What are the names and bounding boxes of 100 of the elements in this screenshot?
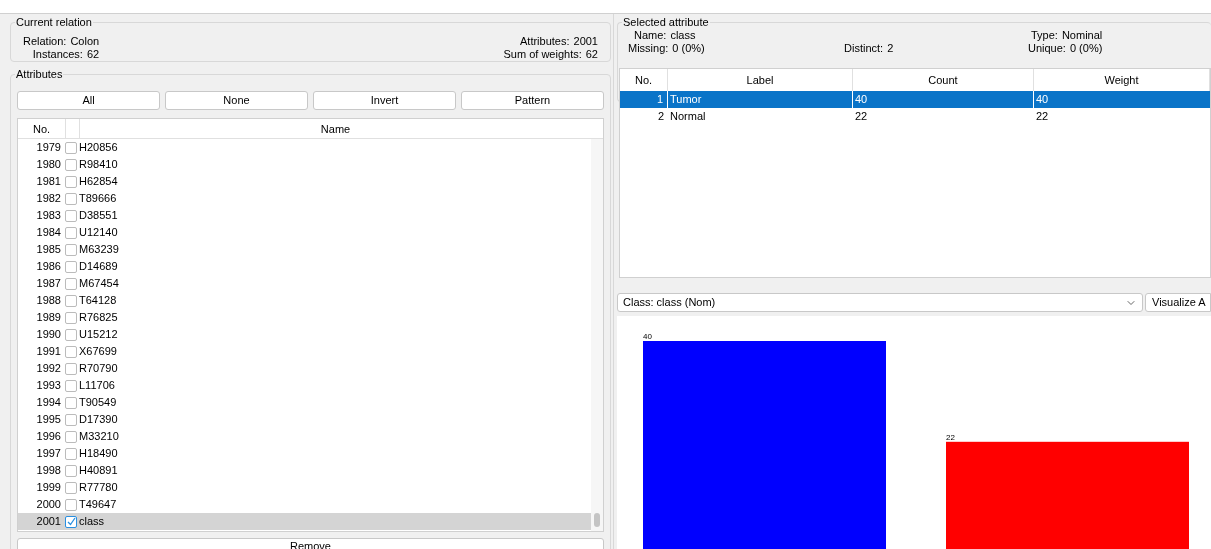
table-cell-text: 22 bbox=[1035, 109, 1050, 124]
row-number: 1988 bbox=[35, 293, 62, 309]
attribute-row[interactable]: 1993 L11706 bbox=[18, 377, 591, 394]
checkbox[interactable] bbox=[65, 447, 77, 460]
attribute-row[interactable]: 1992 R70790 bbox=[18, 360, 591, 377]
checkbox[interactable] bbox=[65, 481, 77, 494]
attribute-row[interactable]: 1983 D38551 bbox=[18, 207, 591, 224]
attribute-name: H40891 bbox=[79, 463, 118, 479]
row-number: 1990 bbox=[35, 327, 62, 343]
checkbox[interactable] bbox=[65, 430, 77, 443]
label-row[interactable]: 2 Normal 22 22 bbox=[620, 108, 1210, 125]
checkbox[interactable] bbox=[65, 260, 77, 273]
attribute-row[interactable]: 1991 X67699 bbox=[18, 343, 591, 360]
checkbox[interactable] bbox=[65, 294, 77, 307]
label-row[interactable]: 1 Tumor 40 40 bbox=[620, 91, 1210, 108]
checkbox[interactable] bbox=[65, 175, 77, 188]
field-label: Unique: bbox=[1028, 42, 1066, 55]
row-number: 1986 bbox=[35, 259, 62, 275]
field-value: 62 bbox=[86, 48, 100, 61]
row-number: 1985 bbox=[35, 242, 62, 258]
checkbox[interactable] bbox=[65, 464, 77, 477]
row-number: 1992 bbox=[35, 361, 62, 377]
checkbox[interactable] bbox=[65, 311, 77, 324]
attribute-row[interactable]: 1979 H20856 bbox=[18, 139, 591, 156]
field-label: Attributes: bbox=[520, 35, 570, 48]
checkbox[interactable] bbox=[65, 413, 77, 426]
attribute-name: D17390 bbox=[79, 412, 118, 428]
row-number: 1989 bbox=[35, 310, 62, 326]
column-header[interactable]: No. bbox=[18, 119, 66, 138]
attribute-name: T49647 bbox=[79, 497, 117, 513]
scrollbar[interactable] bbox=[591, 139, 603, 531]
row-number: 1987 bbox=[35, 276, 62, 292]
attribute-row[interactable]: 1994 T90549 bbox=[18, 394, 591, 411]
row-number: 2000 bbox=[35, 497, 62, 513]
field-value: 2001 bbox=[573, 35, 598, 48]
attribute-name: H20856 bbox=[79, 140, 118, 156]
checkbox[interactable] bbox=[65, 328, 77, 341]
checkbox[interactable] bbox=[65, 345, 77, 358]
attribute-name: R76825 bbox=[79, 310, 118, 326]
select-button[interactable]: Invert bbox=[313, 91, 456, 110]
group-title: Attributes bbox=[15, 67, 64, 81]
attribute-row[interactable]: 1987 M67454 bbox=[18, 275, 591, 292]
attribute-row[interactable]: 1995 D17390 bbox=[18, 411, 591, 428]
field-label: Distinct: bbox=[844, 42, 884, 55]
checkbox[interactable] bbox=[65, 498, 77, 511]
check-icon bbox=[66, 517, 76, 526]
table-cell-text: 22 bbox=[854, 109, 869, 124]
attribute-name: H62854 bbox=[79, 174, 118, 190]
select-button[interactable]: Pattern bbox=[461, 91, 604, 110]
group-title: Selected attribute bbox=[622, 15, 710, 29]
attribute-row[interactable]: 1999 R77780 bbox=[18, 479, 591, 496]
attribute-row[interactable]: 1980 R98410 bbox=[18, 156, 591, 173]
select-button[interactable]: All bbox=[17, 91, 160, 110]
attribute-row[interactable]: 2000 T49647 bbox=[18, 496, 591, 513]
checkbox[interactable] bbox=[65, 362, 77, 375]
checkbox[interactable] bbox=[65, 243, 77, 256]
checkbox[interactable] bbox=[65, 158, 77, 171]
row-number: 1983 bbox=[35, 208, 62, 224]
visualize-button[interactable]: Visualize A bbox=[1145, 293, 1211, 312]
attribute-name: D38551 bbox=[79, 208, 118, 224]
attribute-name: U12140 bbox=[79, 225, 118, 241]
field-label: Name: bbox=[634, 29, 667, 42]
checkbox[interactable] bbox=[65, 379, 77, 392]
table-cell-text: 2 bbox=[656, 109, 665, 124]
attribute-row[interactable]: 1982 T89666 bbox=[18, 190, 591, 207]
field-label: Relation: bbox=[23, 35, 67, 48]
attribute-name: R77780 bbox=[79, 480, 118, 496]
attribute-row[interactable]: 2001 class bbox=[18, 513, 591, 530]
attribute-row[interactable]: 1981 H62854 bbox=[18, 173, 591, 190]
checkbox[interactable] bbox=[65, 396, 77, 409]
column-header[interactable]: Name bbox=[80, 119, 591, 138]
attribute-row[interactable]: 1984 U12140 bbox=[18, 224, 591, 241]
field-value: 0 (0%) bbox=[1069, 42, 1103, 55]
checkbox[interactable] bbox=[65, 226, 77, 239]
attribute-name: R98410 bbox=[79, 157, 118, 173]
row-number: 1995 bbox=[35, 412, 62, 428]
row-number: 1993 bbox=[35, 378, 62, 394]
row-number: 1997 bbox=[35, 446, 62, 462]
checkbox[interactable] bbox=[65, 141, 77, 154]
table-cell-text: Normal bbox=[669, 109, 707, 124]
checkbox[interactable] bbox=[65, 209, 77, 222]
attribute-row[interactable]: 1989 R76825 bbox=[18, 309, 591, 326]
attribute-row[interactable]: 1990 U15212 bbox=[18, 326, 591, 343]
attribute-row[interactable]: 1996 M33210 bbox=[18, 428, 591, 445]
row-number: 1996 bbox=[35, 429, 62, 445]
attribute-row[interactable]: 1985 M63239 bbox=[18, 241, 591, 258]
row-number: 1999 bbox=[35, 480, 62, 496]
attribute-row[interactable]: 1986 D14689 bbox=[18, 258, 591, 275]
row-number: 1982 bbox=[35, 191, 62, 207]
class-dropdown[interactable]: Class: class (Nom) bbox=[617, 293, 1143, 312]
row-number: 1998 bbox=[35, 463, 62, 479]
select-button[interactable]: None bbox=[165, 91, 308, 110]
checkbox[interactable] bbox=[65, 192, 77, 205]
checkbox[interactable] bbox=[65, 515, 77, 528]
attribute-row[interactable]: 1998 H40891 bbox=[18, 462, 591, 479]
attribute-name: M63239 bbox=[79, 242, 119, 258]
attribute-row[interactable]: 1988 T64128 bbox=[18, 292, 591, 309]
row-number: 1984 bbox=[35, 225, 62, 241]
attribute-row[interactable]: 1997 H18490 bbox=[18, 445, 591, 462]
checkbox[interactable] bbox=[65, 277, 77, 290]
